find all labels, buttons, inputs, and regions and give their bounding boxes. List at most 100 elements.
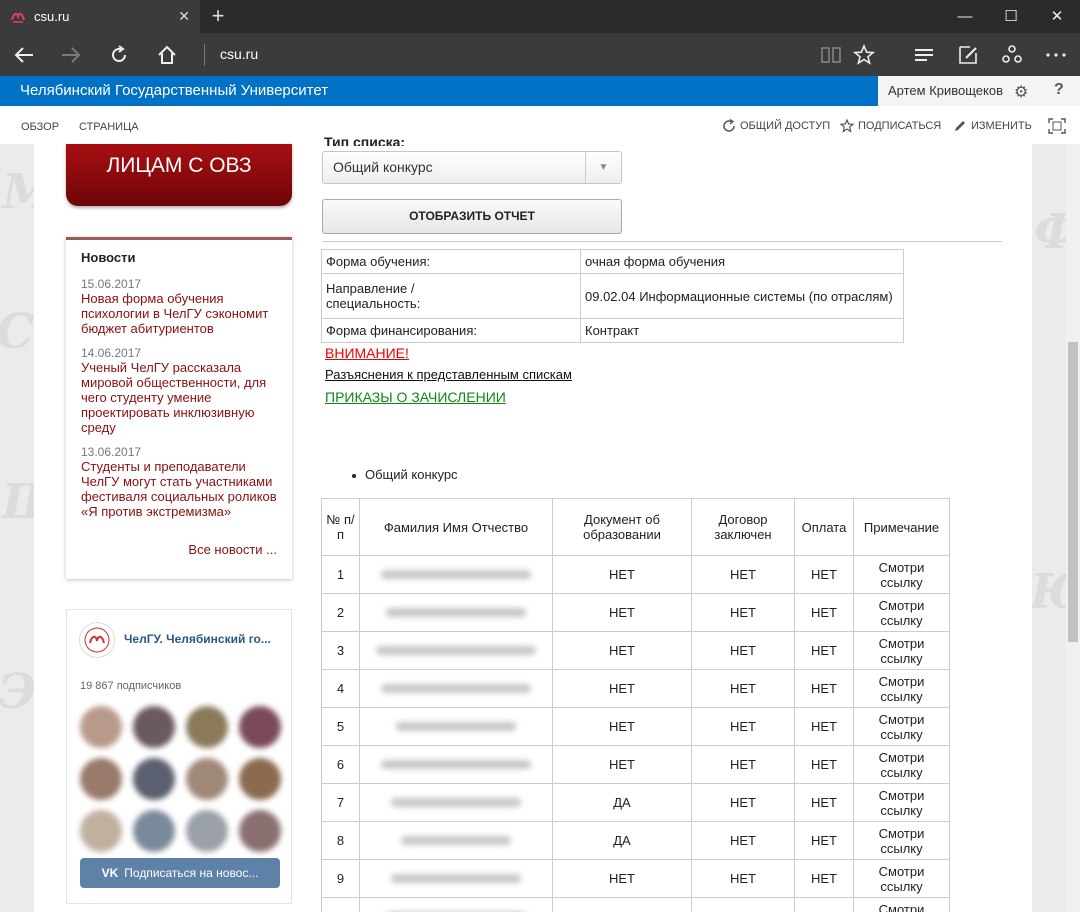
row-document: НЕТ xyxy=(552,745,692,784)
vk-subscribe-button[interactable]: VK Подписаться на новос... xyxy=(80,858,280,888)
ribbon: ОБЗОР СТРАНИЦА ОБЩИЙ ДОСТУП ПОДПИСАТЬСЯ … xyxy=(0,106,1080,144)
scrollbar-thumb[interactable] xyxy=(1068,342,1078,642)
share-button[interactable] xyxy=(996,39,1028,71)
row-document: НЕТ xyxy=(552,555,692,594)
list-type-select[interactable]: Общий конкурс ▼ xyxy=(322,151,622,184)
table-row: 2 НЕТ НЕТ НЕТ Смотри ссылку xyxy=(321,593,950,632)
vk-group-name[interactable]: ЧелГУ. Челябинский го... xyxy=(124,632,284,646)
row-fio xyxy=(359,555,553,594)
gear-icon[interactable]: ⚙ xyxy=(1014,82,1028,102)
avatar[interactable] xyxy=(133,758,175,800)
list-type-label: Тип списка: xyxy=(324,134,406,146)
row-document: ДА xyxy=(552,783,692,822)
ovz-banner[interactable]: ЛИЦАМ С ОВЗ xyxy=(66,144,292,206)
page-scrollbar[interactable] xyxy=(1066,144,1080,912)
row-payment: НЕТ xyxy=(794,631,854,670)
home-icon xyxy=(158,45,176,64)
reading-view-button[interactable] xyxy=(815,39,847,71)
row-fio xyxy=(359,669,553,708)
more-button[interactable] xyxy=(1040,39,1072,71)
finance-label: Форма финансирования: xyxy=(321,318,581,343)
csu-logo-icon[interactable] xyxy=(79,622,115,658)
row-note: Смотри ссылку xyxy=(853,555,950,594)
avatar[interactable] xyxy=(239,758,281,800)
row-fio xyxy=(359,821,553,860)
table-row: 10НЕТНЕТНЕТСмотри ссылку xyxy=(321,897,950,912)
maximize-button[interactable]: ☐ xyxy=(988,0,1034,33)
news-link[interactable]: Новая форма обучения психологии в ЧелГУ … xyxy=(81,291,278,336)
row-contract: НЕТ xyxy=(691,783,795,822)
row-document: НЕТ xyxy=(552,897,692,912)
row-fio xyxy=(359,897,553,912)
row-number: 2 xyxy=(321,593,360,632)
edit-action[interactable]: ИЗМЕНИТЬ xyxy=(953,119,1032,133)
news-heading: Новости xyxy=(81,250,136,265)
avatar[interactable] xyxy=(80,706,122,748)
row-contract: НЕТ xyxy=(691,897,795,912)
site-title[interactable]: Челябинский Государственный Университет xyxy=(20,82,328,99)
tab-browse[interactable]: ОБЗОР xyxy=(21,121,59,133)
row-contract: НЕТ xyxy=(691,555,795,594)
explanations-link[interactable]: Разъяснения к представленным спискам xyxy=(325,367,572,382)
row-payment: НЕТ xyxy=(794,555,854,594)
avatar[interactable] xyxy=(186,706,228,748)
csu-favicon-icon xyxy=(11,12,25,23)
new-tab-button[interactable]: + xyxy=(206,3,230,29)
share-sync-icon xyxy=(723,119,735,132)
show-report-button[interactable]: ОТОБРАЗИТЬ ОТЧЕТ xyxy=(322,199,622,234)
back-arrow-icon xyxy=(14,47,33,63)
news-date: 15.06.2017 xyxy=(81,277,142,291)
browser-tab[interactable]: csu.ru ✕ xyxy=(0,0,200,33)
url-field[interactable]: csu.ru xyxy=(220,46,258,62)
share-action[interactable]: ОБЩИЙ ДОСТУП xyxy=(722,119,830,133)
row-fio xyxy=(359,631,553,670)
row-payment: НЕТ xyxy=(794,859,854,898)
avatar[interactable] xyxy=(239,810,281,852)
all-news-link[interactable]: Все новости ... xyxy=(188,542,277,557)
address-bar: csu.ru xyxy=(0,33,1080,76)
section-bullet: Общий конкурс xyxy=(352,467,458,482)
follow-label: ПОДПИСАТЬСЯ xyxy=(858,120,942,132)
focus-mode-icon[interactable] xyxy=(1048,118,1066,134)
tab-close-icon[interactable]: ✕ xyxy=(178,8,190,25)
finance-value: Контракт xyxy=(580,318,904,343)
help-icon[interactable]: ? xyxy=(1054,81,1064,99)
redacted-name xyxy=(381,684,531,693)
row-document: НЕТ xyxy=(552,669,692,708)
back-button[interactable] xyxy=(8,39,40,71)
hub-button[interactable] xyxy=(908,39,940,71)
avatar[interactable] xyxy=(133,810,175,852)
news-link[interactable]: Ученый ЧелГУ рассказала мировой обществе… xyxy=(81,360,278,435)
program-info-table: Форма обучения: очная форма обучения Нап… xyxy=(321,249,904,343)
follow-action[interactable]: ПОДПИСАТЬСЯ xyxy=(840,119,941,133)
avatar[interactable] xyxy=(80,810,122,852)
warning-link[interactable]: ВНИМАНИЕ! xyxy=(325,345,409,361)
minimize-button[interactable]: — xyxy=(942,0,988,33)
avatar[interactable] xyxy=(239,706,281,748)
row-note: Смотри ссылку xyxy=(853,707,950,746)
avatar[interactable] xyxy=(186,810,228,852)
avatar[interactable] xyxy=(80,758,122,800)
forward-button[interactable] xyxy=(55,39,87,71)
redacted-name xyxy=(381,570,531,579)
refresh-button[interactable] xyxy=(103,39,135,71)
avatar[interactable] xyxy=(133,706,175,748)
row-fio xyxy=(359,783,553,822)
table-row: 4 НЕТ НЕТ НЕТ Смотри ссылку xyxy=(321,669,950,708)
vk-widget: ЧелГУ. Челябинский го... 19 867 подписчи… xyxy=(66,609,292,904)
home-button[interactable] xyxy=(151,39,183,71)
avatar[interactable] xyxy=(186,758,228,800)
favorites-button[interactable] xyxy=(848,39,880,71)
row-payment: НЕТ xyxy=(794,707,854,746)
web-note-button[interactable] xyxy=(952,39,984,71)
news-link[interactable]: Студенты и преподаватели ЧелГУ могут ста… xyxy=(81,459,278,519)
chevron-down-icon[interactable]: ▼ xyxy=(585,152,621,183)
enrollment-orders-link[interactable]: ПРИКАЗЫ О ЗАЧИСЛЕНИИ xyxy=(325,389,506,405)
row-number: 3 xyxy=(321,631,360,670)
col-number: № п/п xyxy=(321,498,360,556)
close-window-button[interactable]: ✕ xyxy=(1034,0,1080,33)
tab-page[interactable]: СТРАНИЦА xyxy=(79,121,139,133)
user-name[interactable]: Артем Кривощеков xyxy=(888,83,1003,98)
col-note: Примечание xyxy=(853,498,950,556)
row-payment: НЕТ xyxy=(794,669,854,708)
